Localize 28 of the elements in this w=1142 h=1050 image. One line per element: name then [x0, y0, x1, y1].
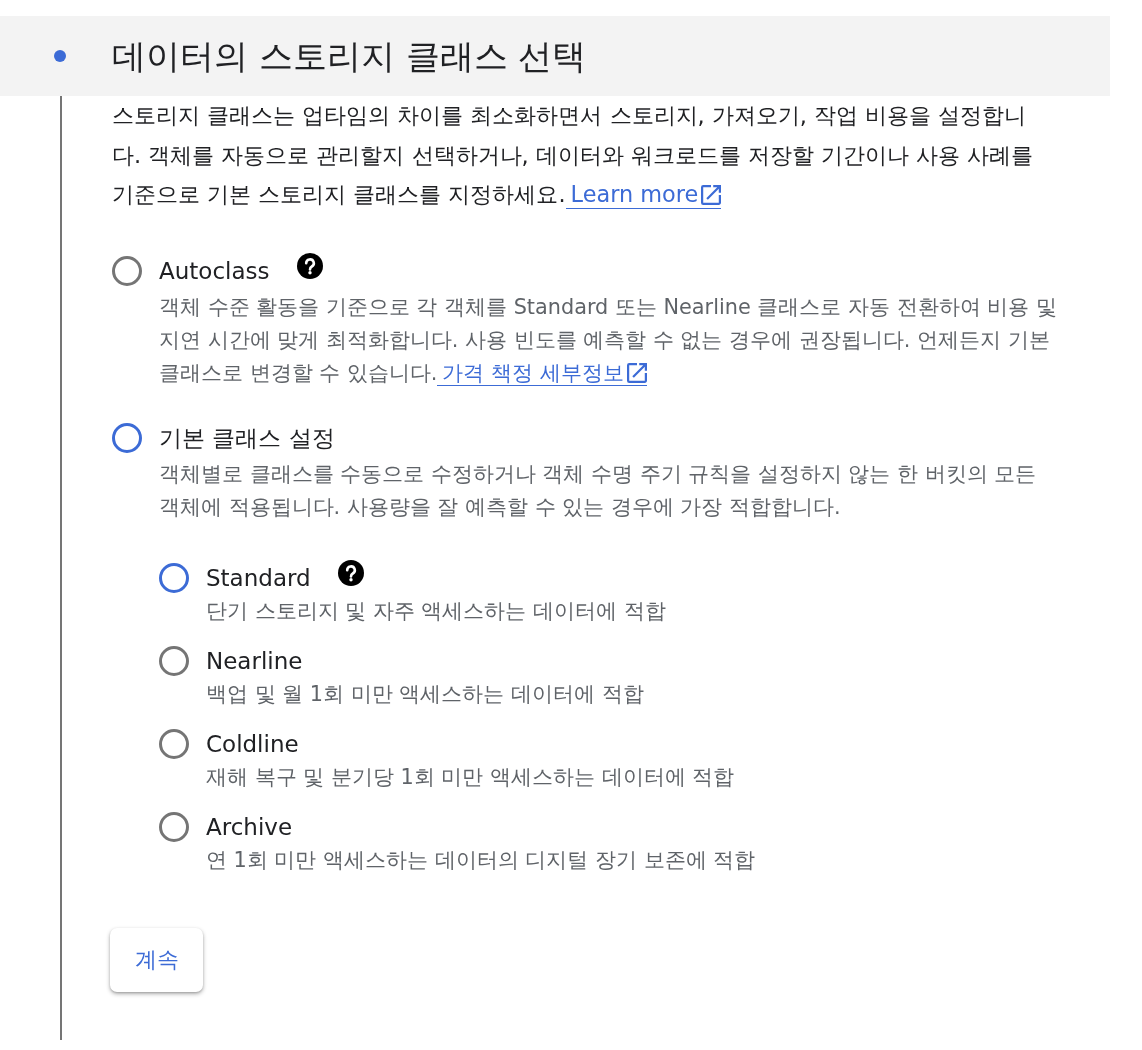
help-icon[interactable]: [296, 252, 323, 279]
option-description: 백업 및 월 1회 미만 액세스하는 데이터에 적합: [206, 680, 645, 708]
option-description: 객체 수준 활동을 기준으로 각 객체를 Standard 또는 Nearline 클래스로 자동 전환하여 비용 및 지연 시간에 맞게 최적화합니다. 사용 빈도를 예측할 수 없는 경우에 권장됩니다. 언제든지 기본 클래스로 변경할 수 있습니다. 가격 책정 세부정보: [159, 293, 1058, 389]
pricing-details-link[interactable]: 가격 책정 세부정보: [437, 361, 647, 387]
help-icon[interactable]: [337, 559, 364, 586]
section-description: 스토리지 클래스는 업타임의 차이를 최소화하면서 스토리지, 가져오기, 작업 비용을 설정합니다. 객체를 자동으로 관리할지 선택하거나, 데이터와 워크로드를 저장할 기간이나 사용 사례를 기준으로 기본 스토리지 클래스를 지정하세요. Learn more: [112, 101, 1035, 211]
radio-button[interactable]: [159, 811, 189, 842]
option-description: 연 1회 미만 액세스하는 데이터의 디지털 장기 보존에 적합: [206, 846, 757, 874]
continue-button[interactable]: 계속: [110, 927, 203, 992]
radio-button[interactable]: [159, 562, 189, 593]
option-label[interactable]: Autoclass: [159, 254, 270, 287]
section-title: 데이터의 스토리지 클래스 선택: [112, 36, 587, 76]
option-label[interactable]: Standard: [206, 561, 311, 594]
bullet-icon: [54, 50, 66, 62]
learn-more-link[interactable]: Learn more: [565, 182, 722, 209]
option-label[interactable]: Archive: [206, 810, 293, 843]
option-label[interactable]: 기본 클래스 설정: [159, 421, 335, 454]
option-description: 단기 스토리지 및 자주 액세스하는 데이터에 적합: [206, 597, 667, 625]
radio-button[interactable]: [112, 255, 142, 286]
radio-button[interactable]: [159, 645, 189, 676]
option-description: 객체별로 클래스를 수동으로 수정하거나 객체 수명 주기 규칙을 설정하지 않는 한 버킷의 모든 객체에 적용됩니다. 사용량을 잘 예측할 수 있는 경우에 가장 적합합니다.: [159, 460, 1038, 521]
external-link-icon: [626, 363, 647, 384]
option-label[interactable]: Coldline: [206, 727, 299, 760]
radio-button[interactable]: [112, 422, 142, 453]
option-label[interactable]: Nearline: [206, 644, 303, 677]
external-link-icon: [701, 184, 722, 205]
radio-button[interactable]: [159, 728, 189, 759]
option-description: 재해 복구 및 분기당 1회 미만 액세스하는 데이터에 적합: [206, 763, 736, 791]
